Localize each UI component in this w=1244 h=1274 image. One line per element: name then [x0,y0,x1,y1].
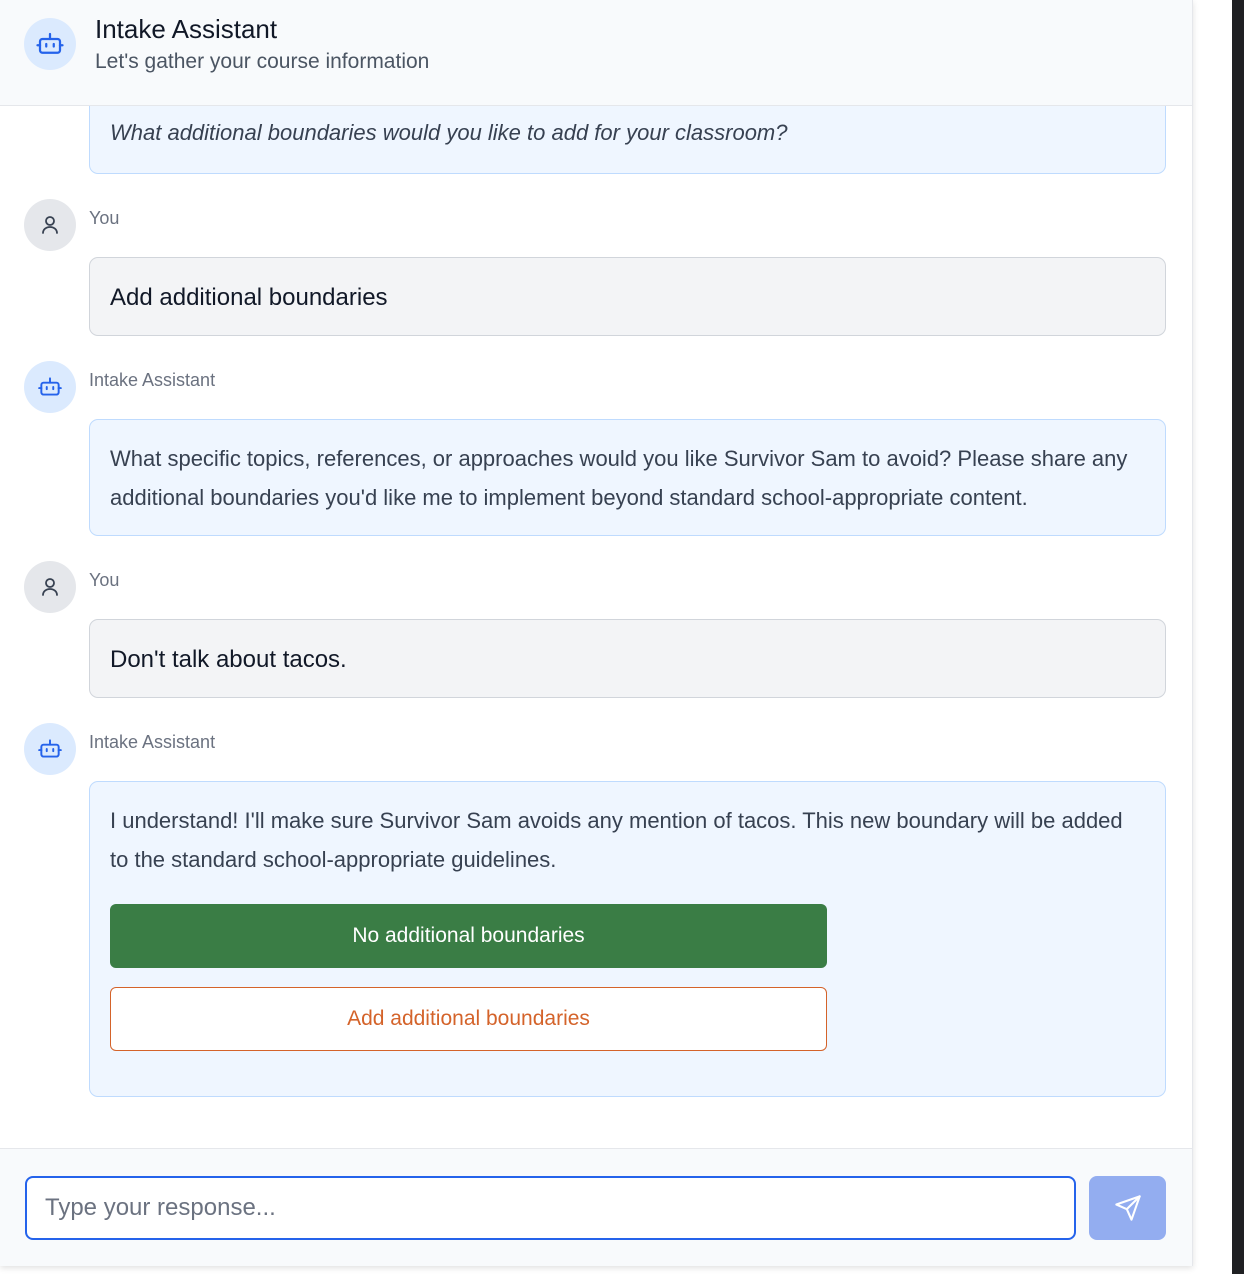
no-additional-boundaries-button[interactable]: No additional boundaries [110,904,827,968]
add-additional-boundaries-button[interactable]: Add additional boundaries [110,987,827,1051]
bot-icon [38,739,62,758]
sender-label: Intake Assistant [89,732,216,752]
user-icon [42,578,58,596]
user-icon [42,216,58,234]
user-avatar [24,199,76,251]
header-title: Intake Assistant [95,14,278,44]
message-text: What additional boundaries would you lik… [110,120,788,145]
assistant-message-bubble: What additional boundaries would you lik… [89,106,1166,174]
assistant-avatar [24,18,76,70]
message-text: Add additional boundaries [110,284,388,311]
sender-label: You [89,208,120,228]
message-text: I understand! I'll make sure Survivor Sa… [110,808,1123,872]
chat-header: Intake Assistant Let's gather your cours… [0,0,1192,106]
send-button[interactable] [1089,1176,1166,1240]
window-edge [1232,0,1244,1274]
user-message-bubble: Add additional boundaries [89,257,1166,336]
user-message-bubble: Don't talk about tacos. [89,619,1166,698]
chat-panel: Intake Assistant Let's gather your cours… [0,0,1193,1266]
bot-icon [36,32,64,54]
message-list[interactable]: What additional boundaries would you lik… [0,106,1192,1148]
assistant-message-bubble: I understand! I'll make sure Survivor Sa… [89,781,1166,1097]
assistant-avatar [24,361,76,413]
composer [0,1148,1192,1266]
bot-icon [38,377,62,396]
send-icon [1114,1195,1141,1221]
header-subtitle: Let's gather your course information [95,50,430,73]
sender-label: Intake Assistant [89,370,216,390]
response-input[interactable] [25,1176,1076,1240]
assistant-message-bubble: What specific topics, references, or app… [89,419,1166,536]
user-avatar [24,561,76,613]
message-text: Don't talk about tacos. [110,646,347,673]
sender-label: You [89,570,120,590]
message-text: What specific topics, references, or app… [110,446,1128,510]
assistant-avatar [24,723,76,775]
